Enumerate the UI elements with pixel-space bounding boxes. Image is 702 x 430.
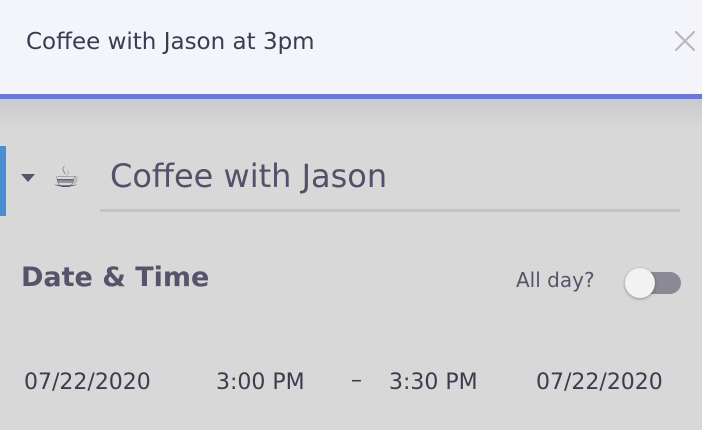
caret-down-icon (21, 174, 35, 182)
close-button[interactable] (670, 26, 700, 56)
divider-shadow (0, 99, 702, 129)
collapse-toggle[interactable] (18, 168, 38, 188)
all-day-toggle[interactable] (625, 268, 681, 298)
end-date-field[interactable]: 07/22/2020 (536, 370, 663, 395)
all-day-label: All day? (516, 268, 595, 292)
date-time-heading: Date & Time (21, 262, 210, 293)
quick-entry-input[interactable] (26, 22, 646, 62)
event-title: Coffee with Jason (110, 157, 388, 195)
start-time-field[interactable]: 3:00 PM (216, 370, 305, 395)
calendar-color-marker (0, 146, 6, 216)
end-time-field[interactable]: 3:30 PM (389, 370, 478, 395)
quick-entry-bar (0, 0, 702, 94)
time-range-separator: – (351, 368, 362, 393)
coffee-emoji-icon[interactable]: ☕ (46, 158, 86, 198)
close-icon (674, 30, 696, 52)
event-title-field[interactable]: Coffee with Jason (100, 148, 680, 212)
start-date-field[interactable]: 07/22/2020 (24, 370, 151, 395)
toggle-knob (625, 268, 655, 298)
event-editor: ☕ Coffee with Jason Date & Time All day?… (0, 0, 702, 430)
